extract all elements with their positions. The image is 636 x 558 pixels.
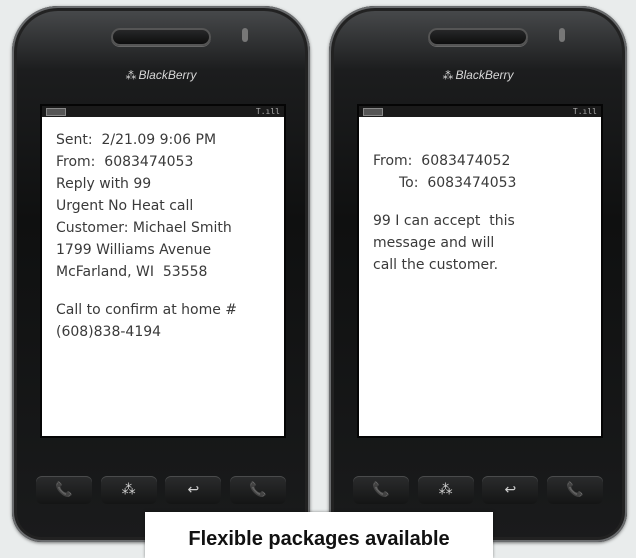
status-bar: T.ıll (42, 106, 284, 117)
message-line-phone: (608)838-4194 (56, 324, 162, 340)
phone-left: ⁂ BlackBerry T.ıll Sent: 2/21.09 9:06 PM … (12, 6, 310, 542)
reply-from: From: 6083474052 (373, 153, 511, 169)
blackberry-menu-icon: ⁂ (121, 482, 136, 498)
earpiece (111, 28, 211, 46)
back-button[interactable]: ↩ (165, 476, 222, 504)
end-call-button[interactable]: 📞 (229, 476, 286, 504)
phone-right: ⁂ BlackBerry T.ıll From: 6083474052 To: 6… (329, 6, 627, 542)
phone-call-icon: 📞 (55, 482, 73, 498)
brand-name: BlackBerry (455, 68, 514, 82)
earpiece (428, 28, 528, 46)
back-button[interactable]: ↩ (482, 476, 539, 504)
signal-icon: T.ıll (572, 107, 597, 116)
message-line-customer: Customer: Michael Smith (56, 220, 232, 236)
call-button[interactable]: 📞 (353, 476, 409, 504)
back-arrow-icon: ↩ (187, 482, 200, 498)
message-gap (373, 194, 601, 210)
status-bar: T.ıll (359, 106, 601, 117)
message-line-from: From: 6083474053 (56, 154, 194, 170)
sensor (242, 28, 248, 42)
packages-banner: Flexible packages available (145, 512, 493, 558)
reply-line-2: message and will (373, 235, 495, 251)
reply-line-3: call the customer. (373, 257, 499, 273)
reply-to: To: 6083474053 (399, 175, 517, 191)
message-line-city: McFarland, WI 53558 (56, 264, 208, 280)
brand-name: BlackBerry (138, 68, 197, 82)
menu-button[interactable]: ⁂ (417, 476, 474, 504)
message-line-confirm: Call to confirm at home # (56, 302, 238, 318)
call-button[interactable]: 📞 (36, 476, 92, 504)
phone-keys: 📞 ⁂ ↩ 📞 (353, 472, 603, 508)
battery-icon (363, 108, 383, 116)
end-call-button[interactable]: 📞 (546, 476, 603, 504)
blackberry-logo-icon: ⁂ (442, 70, 454, 82)
reply-line-1: 99 I can accept this (373, 213, 515, 229)
phone-end-icon: 📞 (566, 482, 584, 498)
message-line-address: 1799 Williams Avenue (56, 242, 212, 258)
message-line-sent: Sent: 2/21.09 9:06 PM (56, 132, 217, 148)
sensor (559, 28, 565, 42)
battery-icon (46, 108, 66, 116)
banner-text: Flexible packages available (188, 528, 450, 550)
blackberry-menu-icon: ⁂ (438, 482, 453, 498)
blackberry-logo-icon: ⁂ (125, 70, 137, 82)
incoming-message: Sent: 2/21.09 9:06 PM From: 6083474053 R… (42, 129, 284, 343)
signal-icon: T.ıll (255, 107, 280, 116)
brand-label: ⁂ BlackBerry (12, 68, 310, 82)
phone-keys: 📞 ⁂ ↩ 📞 (36, 472, 286, 508)
message-gap (56, 283, 284, 299)
phone-end-icon: 📞 (249, 482, 267, 498)
menu-button[interactable]: ⁂ (100, 476, 157, 504)
back-arrow-icon: ↩ (504, 482, 517, 498)
brand-label: ⁂ BlackBerry (329, 68, 627, 82)
phone-call-icon: 📞 (372, 482, 390, 498)
reply-message: From: 6083474052 To: 6083474053 99 I can… (359, 150, 601, 276)
phone-screen: T.ıll Sent: 2/21.09 9:06 PM From: 608347… (40, 104, 286, 438)
message-line-urgent: Urgent No Heat call (56, 198, 194, 214)
phone-screen: T.ıll From: 6083474052 To: 6083474053 99… (357, 104, 603, 438)
message-line-reply: Reply with 99 (56, 176, 152, 192)
